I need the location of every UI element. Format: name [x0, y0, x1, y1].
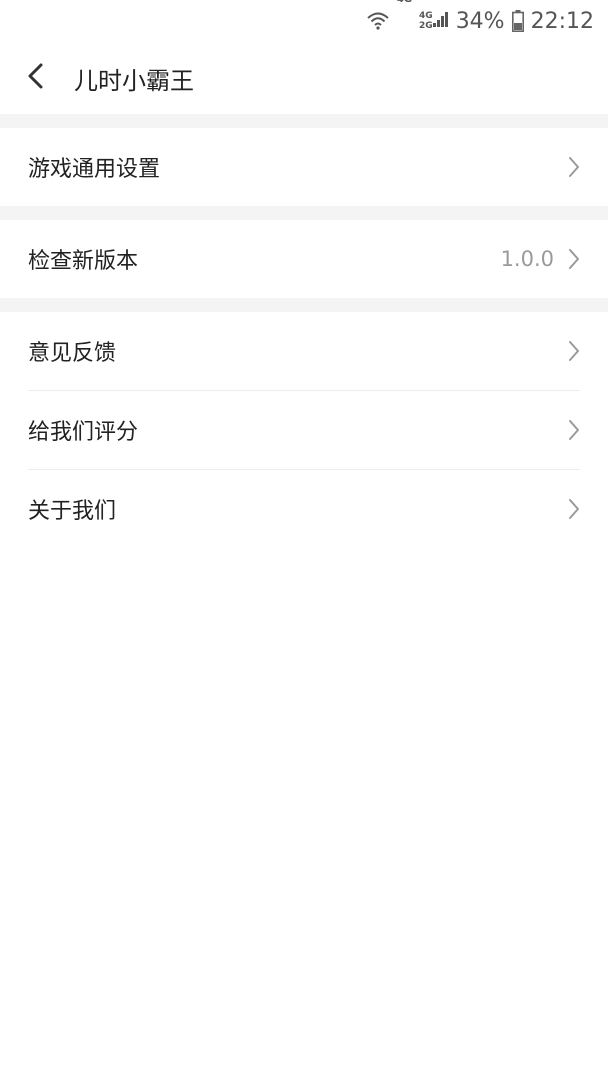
check-update-item[interactable]: 检查新版本 1.0.0	[0, 220, 608, 298]
network-4g-label: 4G	[397, 0, 412, 5]
battery-percent: 34%	[455, 8, 505, 34]
chevron-right-icon	[566, 339, 582, 363]
battery-icon	[511, 10, 524, 32]
app-header: 儿时小霸王	[0, 42, 608, 114]
game-settings-item[interactable]: 游戏通用设置	[0, 128, 608, 206]
network-4g-label-top: 4G	[419, 11, 433, 21]
section-gap	[0, 298, 608, 312]
about-us-label: 关于我们	[28, 499, 117, 524]
section-gap	[0, 206, 608, 220]
chevron-right-icon	[566, 497, 582, 521]
network-dual-labels: 4G 2G	[419, 11, 433, 31]
network-dual-indicator: 4G 2G	[419, 10, 449, 32]
version-value: 1.0.0	[500, 247, 554, 271]
app-screen: 4G 4G 2G 34% 22:12	[0, 0, 608, 1080]
game-settings-label: 游戏通用设置	[28, 157, 161, 182]
about-us-item[interactable]: 关于我们	[0, 470, 608, 548]
page-title: 儿时小霸王	[74, 66, 194, 95]
chevron-left-icon	[26, 62, 46, 94]
back-button[interactable]	[0, 42, 72, 114]
settings-list: 游戏通用设置 检查新版本 1.0.0 意见反馈 给我们评分 关于我们	[0, 114, 608, 548]
network-2g-label: 2G	[419, 21, 433, 31]
status-clock: 22:12	[530, 8, 594, 34]
chevron-right-icon	[566, 155, 582, 179]
wifi-icon	[366, 10, 390, 32]
feedback-label: 意见反馈	[28, 341, 117, 366]
signal-icon	[432, 10, 449, 32]
rate-us-item[interactable]: 给我们评分	[0, 391, 608, 469]
feedback-item[interactable]: 意见反馈	[0, 312, 608, 390]
chevron-right-icon	[566, 418, 582, 442]
status-bar: 4G 4G 2G 34% 22:12	[0, 0, 608, 42]
check-update-label: 检查新版本	[28, 249, 139, 274]
chevron-right-icon	[566, 247, 582, 271]
section-gap	[0, 114, 608, 128]
rate-us-label: 给我们评分	[28, 420, 139, 445]
